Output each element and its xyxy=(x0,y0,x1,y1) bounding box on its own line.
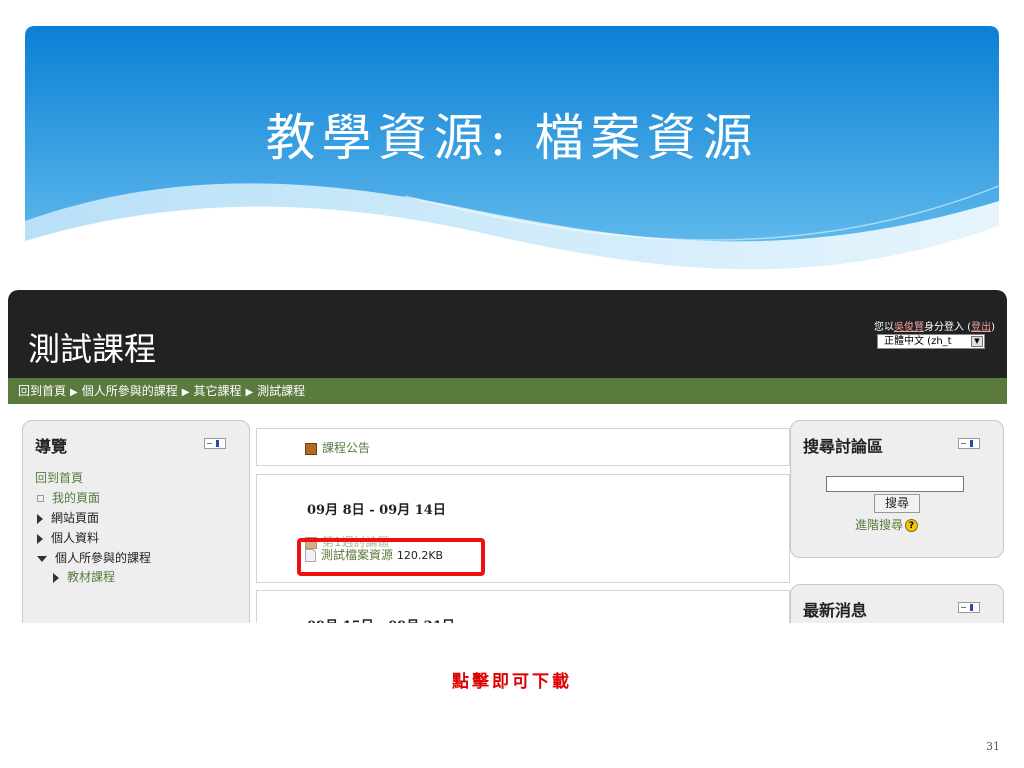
navigation-block: 導覽 回到首頁 我的頁面 網站頁面 個人資料 個人所參與的課程 教材課程 xyxy=(22,420,250,623)
search-input[interactable] xyxy=(826,476,964,492)
nav-item-my-page-label: 我的頁面 xyxy=(52,491,101,505)
login-middle: 身分登入 ( xyxy=(924,322,972,333)
section-general: 課程公告 xyxy=(256,428,790,466)
slide-caption: 點擊即可下載 xyxy=(452,672,572,692)
login-suffix: ) xyxy=(991,322,995,333)
latest-news-block: 最新消息 xyxy=(790,584,1004,623)
nav-item-my-courses-label: 個人所參與的課程 xyxy=(55,551,152,565)
dock-block-icon[interactable] xyxy=(958,602,980,613)
logout-link[interactable]: 登出 xyxy=(971,322,991,333)
navigation-block-title: 導覽 xyxy=(35,437,68,456)
login-info: 您以吳俊賢身分登入 (登出) xyxy=(874,318,995,333)
nav-item-my-courses[interactable]: 個人所參與的課程 xyxy=(37,549,151,566)
breadcrumb-separator-icon: ▶ xyxy=(70,387,78,398)
user-link[interactable]: 吳俊賢 xyxy=(894,322,924,333)
course-screenshot: 測試課程 您以吳俊賢身分登入 (登出) 正體中文 (zh_t ▼ 回到首頁 ▶ 個人… xyxy=(8,290,1007,623)
advanced-search-label: 進階搜尋 xyxy=(855,518,904,532)
search-block-title: 搜尋討論區 xyxy=(803,437,884,456)
breadcrumb-other-courses[interactable]: 其它課程 xyxy=(193,384,241,398)
bullet-icon xyxy=(37,495,44,502)
page-number: 31 xyxy=(986,740,1000,753)
language-select[interactable]: 正體中文 (zh_t ▼ xyxy=(877,334,985,349)
news-forum-label: 課程公告 xyxy=(322,441,371,455)
breadcrumb-current-course[interactable]: 測試課程 xyxy=(257,384,305,398)
nav-item-teaching-courses[interactable]: 教材課程 xyxy=(53,568,115,585)
dock-block-icon[interactable] xyxy=(958,438,980,449)
login-prefix: 您以 xyxy=(874,322,894,333)
language-value: 正體中文 (zh_t xyxy=(884,336,952,347)
slide-title: 教學資源: 檔案資源 xyxy=(265,109,759,167)
expand-arrow-icon xyxy=(37,533,43,544)
search-button[interactable]: 搜尋 xyxy=(874,494,920,513)
help-icon[interactable]: ? xyxy=(905,519,919,532)
news-forum-link[interactable]: 課程公告 xyxy=(305,439,370,456)
section-week-2: 09月 15日 - 09月 21日 xyxy=(256,590,790,623)
dock-block-icon[interactable] xyxy=(204,438,226,449)
slide-header: 教學資源: 檔案資源 xyxy=(25,26,999,284)
collapse-arrow-icon xyxy=(37,555,47,562)
nav-item-site-pages[interactable]: 網站頁面 xyxy=(37,509,99,526)
course-header-bar: 測試課程 您以吳俊賢身分登入 (登出) 正體中文 (zh_t ▼ xyxy=(8,290,1007,378)
expand-arrow-icon xyxy=(37,513,43,524)
nav-item-profile-label: 個人資料 xyxy=(51,531,100,545)
forum-icon xyxy=(305,442,317,455)
breadcrumb-separator-icon: ▶ xyxy=(245,387,254,398)
breadcrumb-home[interactable]: 回到首頁 xyxy=(18,384,66,398)
search-forums-block: 搜尋討論區 搜尋 進階搜尋? xyxy=(790,420,1004,558)
expand-arrow-icon xyxy=(53,572,59,583)
nav-item-profile[interactable]: 個人資料 xyxy=(37,529,99,546)
nav-item-home[interactable]: 回到首頁 xyxy=(35,469,83,486)
news-block-title: 最新消息 xyxy=(803,601,868,620)
week-2-date: 09月 15日 - 09月 21日 xyxy=(307,615,455,623)
nav-item-site-pages-label: 網站頁面 xyxy=(51,511,100,525)
breadcrumb-separator-icon: ▶ xyxy=(181,387,190,398)
course-title: 測試課程 xyxy=(28,330,157,368)
highlight-box xyxy=(297,538,485,576)
nav-item-teaching-courses-label: 教材課程 xyxy=(67,570,116,584)
week-1-date: 09月 8日 - 09月 14日 xyxy=(307,503,446,518)
chevron-down-icon: ▼ xyxy=(971,336,983,347)
breadcrumb-my-courses[interactable]: 個人所參與的課程 xyxy=(82,384,178,398)
advanced-search-link[interactable]: 進階搜尋? xyxy=(855,516,919,533)
nav-item-my-page[interactable]: 我的頁面 xyxy=(37,489,100,506)
breadcrumb: 回到首頁 ▶ 個人所參與的課程 ▶ 其它課程 ▶ 測試課程 xyxy=(8,378,1007,404)
